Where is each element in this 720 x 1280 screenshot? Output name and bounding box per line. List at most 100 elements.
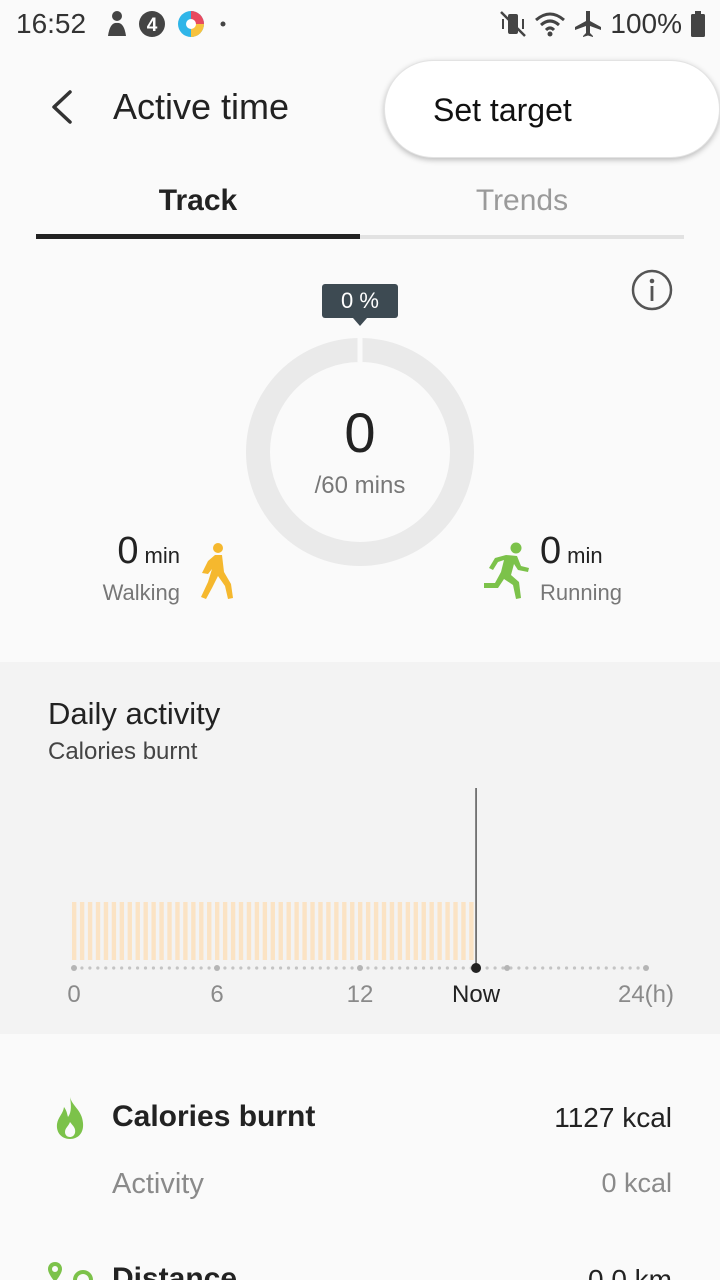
chart-bar — [310, 902, 315, 960]
axis-dot — [143, 966, 148, 970]
tab-indicator-inactive — [360, 235, 684, 239]
x-tick-label: 12 — [347, 981, 374, 1008]
axis-dot — [525, 966, 529, 970]
axis-dot — [636, 966, 640, 970]
chart-bar — [350, 902, 355, 960]
axis-major-tick — [214, 965, 220, 971]
set-target-menu-item[interactable]: Set target — [384, 60, 720, 158]
axis-dot — [151, 966, 156, 970]
axis-dot — [517, 966, 521, 970]
calories-burnt-value: 1127 kcal — [554, 1102, 672, 1133]
axis-dot — [271, 966, 275, 970]
chart-bar — [262, 902, 268, 960]
chart-bar — [191, 902, 196, 960]
walking-label: Walking — [102, 580, 180, 605]
axis-dot — [294, 966, 299, 970]
axis-dot — [437, 966, 442, 970]
axis-dot — [406, 966, 410, 970]
chart-bar — [358, 902, 363, 960]
axis-dot — [239, 966, 243, 970]
chart-bar — [365, 902, 371, 960]
chart-bar — [453, 902, 458, 960]
status-time: 16:52 — [16, 8, 87, 39]
chart-bar — [79, 902, 85, 960]
axis-dot — [628, 966, 632, 970]
chart-bar — [238, 902, 244, 960]
chart-bar — [294, 902, 299, 960]
axis-next-tick — [504, 965, 511, 971]
axis-dot — [390, 966, 394, 970]
axis-dot — [278, 966, 283, 970]
axis-dot — [604, 966, 608, 970]
back-button[interactable] — [40, 84, 86, 130]
location-pin-icon — [48, 1262, 93, 1280]
chart-bar — [437, 902, 442, 960]
info-icon — [631, 269, 673, 311]
chart-bar — [270, 902, 275, 960]
active-minutes-target: /60 mins — [314, 472, 406, 499]
axis-dot — [421, 966, 426, 970]
axis-dot — [255, 966, 259, 970]
chart-bar — [167, 902, 172, 960]
axis-major-tick — [357, 965, 363, 971]
chart-bar — [302, 902, 307, 960]
chart-bar — [222, 902, 228, 960]
battery-icon — [691, 11, 705, 37]
x-tick-label: 24(h) — [618, 981, 674, 1008]
running-icon — [484, 542, 529, 599]
activity-calories-value: 0 kcal — [601, 1168, 672, 1198]
axis-dot — [350, 966, 354, 970]
calories-burnt-label: Calories burnt — [112, 1100, 316, 1133]
chart-bar — [318, 902, 323, 960]
walking-minutes: 0 — [117, 530, 139, 572]
chart-bar — [95, 902, 101, 960]
axis-dot — [374, 966, 378, 970]
axis-dot — [247, 966, 251, 970]
daily-activity-card[interactable]: Daily activity Calories burnt 0 6 12 Now 24(… — [0, 662, 720, 1034]
wifi-icon — [535, 12, 566, 37]
axis-dot — [80, 966, 84, 970]
axis-dot — [493, 966, 497, 970]
page-title: Active time — [113, 86, 290, 127]
svg-text:4: 4 — [147, 15, 158, 36]
running-value: 0 min — [540, 530, 603, 573]
axis-dot — [588, 966, 592, 970]
axis-dot — [191, 966, 195, 970]
axis-dot — [167, 966, 171, 970]
chart-bar — [278, 902, 283, 960]
distance-value: 0.0 km — [587, 1264, 672, 1280]
chart-bar — [207, 902, 212, 960]
axis-dot — [128, 966, 132, 970]
chart-bar — [159, 902, 164, 960]
chart-bar — [373, 902, 379, 960]
axis-dot — [596, 966, 600, 970]
axis-dot — [135, 966, 140, 970]
info-button[interactable] — [630, 268, 674, 312]
axis-dot — [382, 966, 386, 970]
summary-list: Calories burnt 1127 kcal Activity 0 kcal… — [0, 1034, 720, 1280]
chart-bar — [326, 902, 331, 960]
status-right-icons: 100% — [500, 8, 706, 40]
number-4-badge-icon: 4 — [139, 11, 165, 37]
percent-badge: 0 % — [322, 284, 398, 326]
vibrate-icon — [500, 11, 527, 37]
walking-icon — [201, 543, 233, 599]
chart-bar — [151, 902, 156, 960]
axis-dot — [318, 966, 322, 970]
daily-activity-chart: 0 6 12 Now 24(h) — [67, 788, 674, 1008]
axis-dot — [580, 966, 585, 970]
tab-trends[interactable]: Trends — [360, 176, 684, 240]
chart-bar — [342, 902, 347, 960]
axis-dot — [549, 966, 553, 970]
axis-dot — [557, 966, 561, 970]
app-bar: Active time Set target — [0, 60, 720, 160]
battery-percent: 100% — [610, 8, 682, 39]
chart-bar — [230, 902, 236, 960]
dot-icon — [220, 21, 226, 27]
axis-dot — [414, 966, 418, 970]
axis-dot — [620, 966, 624, 970]
chart-bar — [413, 902, 418, 960]
axis-dot — [453, 966, 457, 970]
tab-track[interactable]: Track — [36, 176, 360, 240]
walking-value: 0 min — [117, 530, 180, 573]
